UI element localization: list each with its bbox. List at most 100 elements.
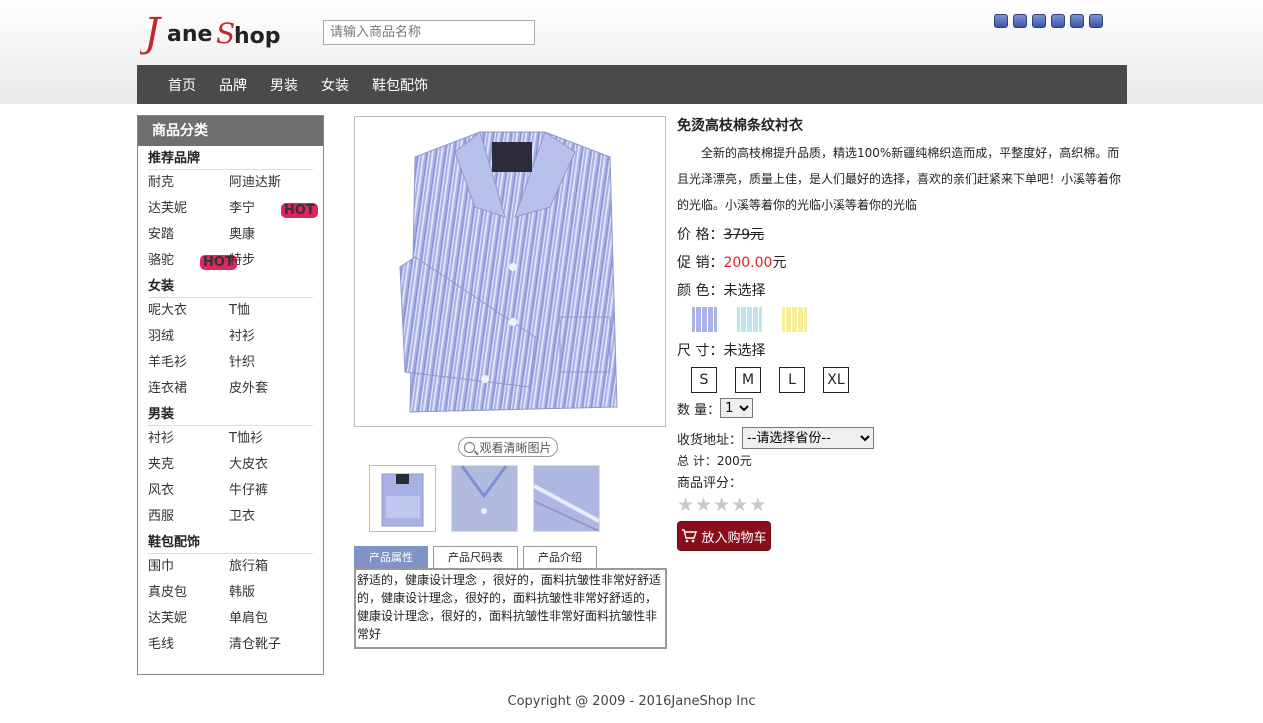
header-mini-icon[interactable]	[1013, 14, 1027, 28]
category-link[interactable]: 卫衣	[229, 504, 310, 530]
category-link[interactable]: 真皮包	[148, 580, 229, 606]
category-link[interactable]: 安踏	[148, 222, 229, 248]
shirt-image	[399, 131, 618, 413]
category-link[interactable]: 衬衫	[229, 324, 310, 350]
category-link-label: 牛仔裤	[229, 483, 269, 498]
sidebar-title: 商品分类	[138, 116, 323, 146]
star-icon[interactable]: ★	[749, 496, 766, 515]
category-link[interactable]: 衬衫	[148, 426, 229, 452]
star-icon[interactable]: ★	[677, 496, 694, 515]
size-option[interactable]: S	[691, 367, 717, 393]
category-link[interactable]: T恤衫	[229, 426, 310, 452]
category-link[interactable]: 达芙妮	[148, 606, 229, 632]
category-link[interactable]: 针织	[229, 350, 310, 376]
category-link[interactable]: 李宁	[229, 196, 310, 222]
search-input[interactable]	[323, 20, 535, 45]
category-group: 推荐品牌 耐克 阿迪达斯HOT 达芙妮 李宁 安踏 奥康 骆驼 HOT 特步	[138, 146, 323, 274]
category-link[interactable]: 奥康	[229, 222, 310, 248]
price-row: 价 格：379元	[677, 222, 1127, 248]
star-icon[interactable]: ★	[713, 496, 730, 515]
star-icon[interactable]: ★	[695, 496, 712, 515]
main-nav: 首页 品牌 男装 女装 鞋包配饰	[137, 65, 1127, 104]
category-link[interactable]: 单肩包	[229, 606, 310, 632]
category-link[interactable]: 羽绒	[148, 324, 229, 350]
product-info: 免烫高枝棉条纹衬衣 全新的高枝棉提升品质，精选100%新疆纯棉织造而成，平整度好…	[677, 116, 1127, 551]
province-select[interactable]: --请选择省份--	[742, 427, 875, 449]
category-link-label: 阿迪达斯	[229, 175, 282, 190]
address-label: 收货地址：	[677, 432, 743, 448]
category-link[interactable]: 达芙妮	[148, 196, 229, 222]
category-link[interactable]: 耐克	[148, 170, 229, 196]
nav-item[interactable]: 品牌	[219, 75, 247, 95]
quantity-select[interactable]: 1	[720, 398, 754, 418]
category-link[interactable]: 夹克	[148, 452, 229, 478]
category-link[interactable]: 皮外套	[229, 376, 310, 402]
category-link[interactable]: 围巾	[148, 554, 229, 580]
nav-item[interactable]: 鞋包配饰	[372, 75, 428, 95]
thumb-image	[533, 466, 600, 532]
header-mini-icon[interactable]	[1051, 14, 1065, 28]
category-link[interactable]: 风衣	[148, 478, 229, 504]
logo-mark: J ane S hop	[137, 10, 281, 56]
product-main-image[interactable]	[354, 116, 666, 427]
add-to-cart-button[interactable]: 放入购物车	[677, 521, 771, 551]
category-link-label: 达芙妮	[148, 611, 188, 626]
category-link-label: 真皮包	[148, 585, 188, 600]
total-value: 200元	[716, 454, 752, 468]
tab-panel-content: 舒适的，健康设计理念 ，很好的，面料抗皱性非常好舒适的，健康设计理念，很好的，面…	[354, 568, 667, 649]
category-title: 鞋包配饰	[148, 530, 313, 554]
nav-item[interactable]: 男装	[270, 75, 298, 95]
header-mini-icon[interactable]	[1070, 14, 1084, 28]
cart-icon	[682, 529, 698, 543]
size-option[interactable]: L	[779, 367, 805, 393]
size-option[interactable]: M	[735, 367, 761, 393]
thumbnail-3[interactable]	[533, 465, 600, 532]
color-swatch[interactable]	[691, 306, 718, 333]
sale-row: 促 销：200.00元	[677, 250, 1127, 276]
header-mini-icon[interactable]	[1089, 14, 1103, 28]
nav-item[interactable]: 女装	[321, 75, 349, 95]
category-link-label: 奥康	[229, 227, 256, 242]
tab-item[interactable]: 产品介绍	[523, 546, 597, 568]
category-link[interactable]: 韩版	[229, 580, 310, 606]
thumbnail-list	[369, 465, 600, 532]
color-swatch[interactable]	[736, 306, 763, 333]
thumbnail-2[interactable]	[451, 465, 518, 532]
size-options: S M L XL	[691, 367, 1127, 393]
category-link[interactable]: 呢大衣	[148, 298, 229, 324]
category-link[interactable]: 阿迪达斯HOT	[229, 170, 318, 218]
category-link[interactable]: T恤	[229, 298, 310, 324]
header-mini-icon[interactable]	[994, 14, 1008, 28]
sale-unit: 元	[772, 255, 787, 271]
category-link[interactable]: 大皮衣	[229, 452, 310, 478]
category-link[interactable]: 清仓靴子	[229, 632, 310, 658]
category-link[interactable]: 骆驼 HOT	[148, 248, 237, 274]
thumbnail-1[interactable]	[369, 465, 436, 532]
color-label: 颜 色：	[677, 283, 724, 299]
category-link-label: 西服	[148, 509, 175, 524]
header-mini-icon[interactable]	[1032, 14, 1046, 28]
category-title: 男装	[148, 402, 313, 426]
category-link[interactable]: 旅行箱	[229, 554, 310, 580]
zoom-image-button[interactable]: 观看清晰图片	[458, 437, 558, 457]
category-link-label: 毛线	[148, 637, 175, 652]
star-icon[interactable]: ★	[731, 496, 748, 515]
color-swatch[interactable]	[781, 306, 808, 333]
nav-item[interactable]: 首页	[168, 75, 196, 95]
thumb-image	[452, 465, 517, 531]
category-sidebar: 商品分类 推荐品牌 耐克 阿迪达斯HOT 达芙妮 李宁 安踏 奥康 骆驼 HOT 特步 女装 呢大衣 T…	[137, 115, 324, 675]
logo[interactable]: J ane S hop	[137, 6, 290, 56]
category-link[interactable]: 连衣裙	[148, 376, 229, 402]
category-link-label: T恤衫	[229, 431, 263, 446]
tab-item[interactable]: 产品属性	[354, 546, 428, 568]
category-link[interactable]: 牛仔裤	[229, 478, 310, 504]
price-label: 价 格：	[677, 227, 724, 243]
product-tabs: 产品属性 产品尺码表 产品介绍	[354, 546, 597, 568]
sale-price: 200.00	[723, 255, 773, 271]
tab-item[interactable]: 产品尺码表	[433, 546, 518, 568]
category-link[interactable]: 羊毛衫	[148, 350, 229, 376]
size-option[interactable]: XL	[823, 367, 849, 393]
category-link[interactable]: 特步	[229, 248, 310, 274]
category-link[interactable]: 西服	[148, 504, 229, 530]
category-link[interactable]: 毛线	[148, 632, 229, 658]
